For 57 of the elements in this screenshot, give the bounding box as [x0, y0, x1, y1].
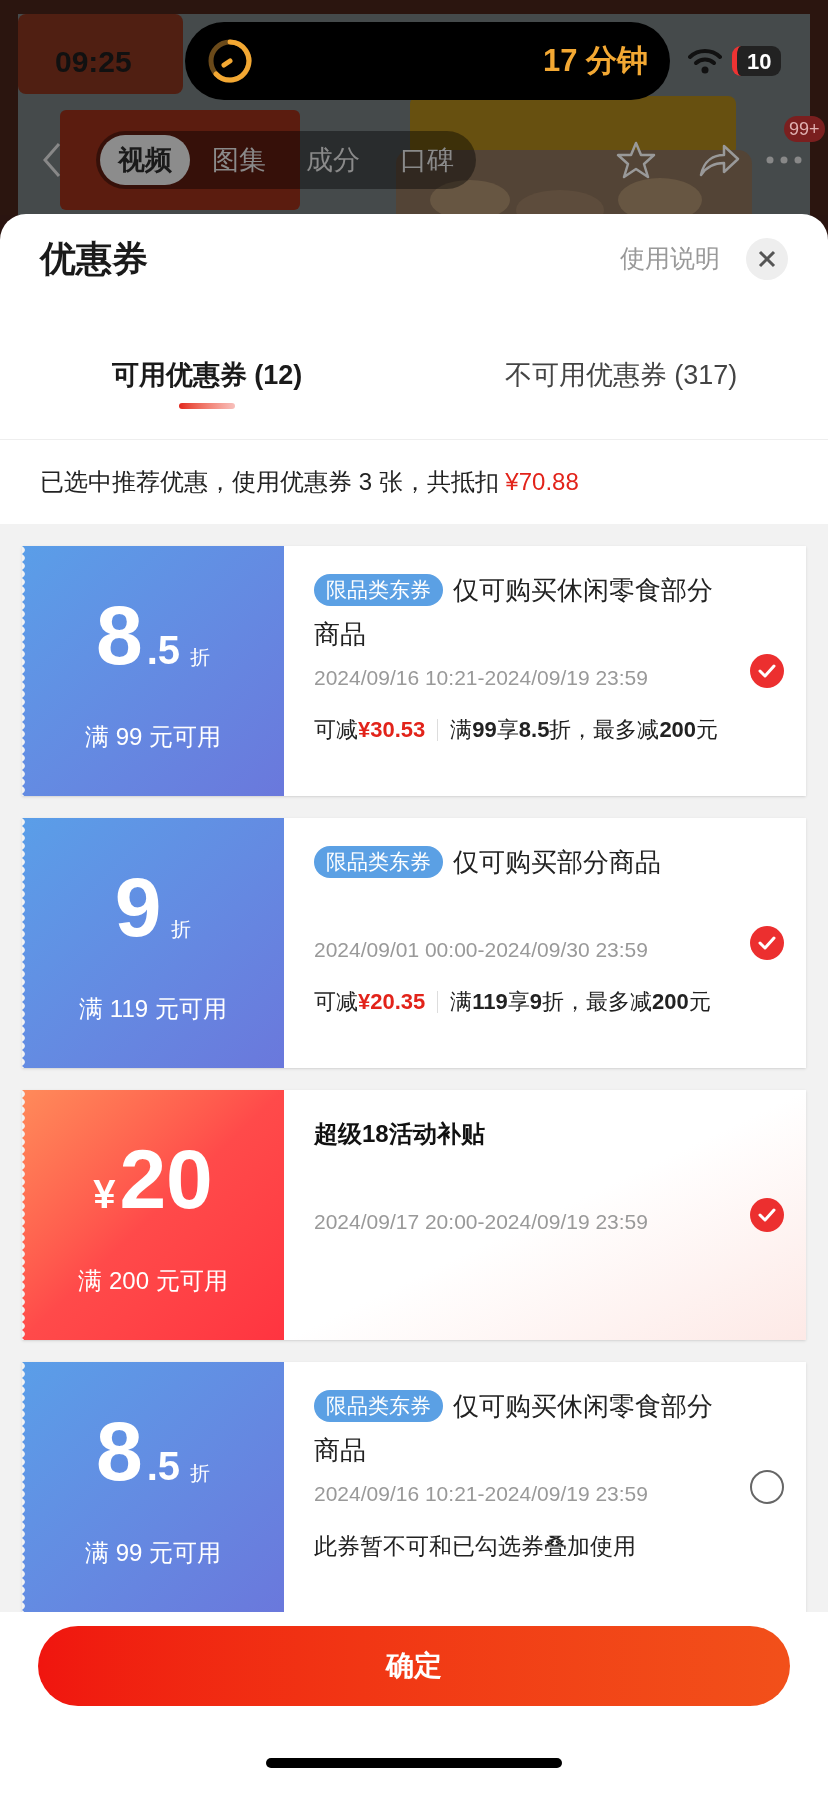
validity-period: 2024/09/01 00:00-2024/09/30 23:59 — [314, 936, 649, 963]
usage-threshold: 满 99 元可用 — [85, 1537, 221, 1568]
coupon-checkbox[interactable] — [750, 925, 784, 960]
validity-period: 2024/09/16 10:21-2024/09/19 23:59 — [314, 664, 649, 691]
battery-indicator: 10 — [732, 46, 782, 76]
media-tab[interactable]: 视频 — [100, 135, 190, 185]
validity-period: 2024/09/17 20:00-2024/09/19 23:59 — [314, 1208, 649, 1235]
usage-threshold: 满 119 元可用 — [79, 993, 227, 1024]
coupon-title: 超级18活动补贴 — [314, 1119, 485, 1147]
wifi-icon — [688, 48, 722, 74]
discount-unit: 折 — [190, 644, 211, 670]
coupon-value-decimal: .5 — [146, 1442, 181, 1490]
discount-unit: 折 — [190, 1460, 211, 1486]
coupon-description: 限品类东券 仅可购买部分商品 — [314, 839, 724, 884]
more-icon[interactable] — [766, 156, 802, 164]
saving-amount: 可减¥30.53 — [314, 716, 426, 745]
coupon-value: 20 — [119, 1136, 213, 1221]
timer-ring-icon — [207, 38, 253, 84]
coupon-checkbox[interactable] — [750, 653, 784, 688]
discount-rule: 满119享9折，最多减200元 — [450, 988, 711, 1017]
coupon-value-decimal: .5 — [146, 626, 181, 674]
back-icon[interactable] — [42, 141, 62, 179]
currency-symbol: ¥ — [93, 1170, 116, 1218]
saving-amount: 可减¥20.35 — [314, 988, 426, 1017]
status-time: 09:25 — [55, 43, 133, 80]
share-icon[interactable] — [698, 142, 740, 178]
usage-threshold: 满 99 元可用 — [85, 721, 221, 752]
usage-threshold: 满 200 元可用 — [78, 1265, 228, 1296]
stacking-note: 此券暂不可和已勾选券叠加使用 — [314, 1532, 637, 1562]
tab-indicator — [179, 403, 235, 410]
coupon-value: 8 — [95, 1408, 143, 1493]
media-tab[interactable]: 成分 — [288, 135, 378, 185]
coupon-tab[interactable]: 可用优惠券 (12) — [0, 341, 414, 440]
coupon-description: 限品类东券 仅可购买休闲零食部分商品 — [314, 1388, 714, 1467]
coupon-description: 限品类东券 仅可购买休闲零食部分商品 — [314, 572, 714, 651]
activity-duration: 17 分钟 — [542, 41, 648, 80]
discount-rule: 满99享8.5折，最多减200元 — [450, 716, 719, 745]
media-tab[interactable]: 口碑 — [382, 135, 472, 185]
coupon-value: 8 — [95, 592, 143, 677]
discount-unit: 折 — [171, 916, 192, 942]
check-icon — [758, 663, 776, 678]
notification-badge: 99+ — [784, 116, 825, 142]
close-icon — [758, 249, 776, 268]
star-icon[interactable] — [616, 140, 656, 180]
sheet-title: 优惠券 — [40, 236, 148, 281]
close-button[interactable] — [746, 237, 788, 280]
validity-period: 2024/09/16 10:21-2024/09/19 23:59 — [314, 1480, 649, 1507]
check-icon — [758, 935, 776, 950]
selection-summary: 已选中推荐优惠，使用优惠券 3 张，共抵扣 ¥70.88 — [40, 467, 579, 497]
coupon-checkbox[interactable] — [750, 1469, 784, 1504]
coupon-checkbox[interactable] — [750, 1197, 784, 1232]
confirm-button[interactable]: 确定 — [38, 1625, 790, 1706]
coupon-tab[interactable]: 不可用优惠券 (317) — [414, 341, 828, 440]
check-icon — [758, 1207, 776, 1222]
media-tab[interactable]: 图集 — [194, 135, 284, 185]
usage-instructions-link[interactable]: 使用说明 — [620, 239, 720, 278]
coupon-value: 9 — [114, 864, 162, 949]
